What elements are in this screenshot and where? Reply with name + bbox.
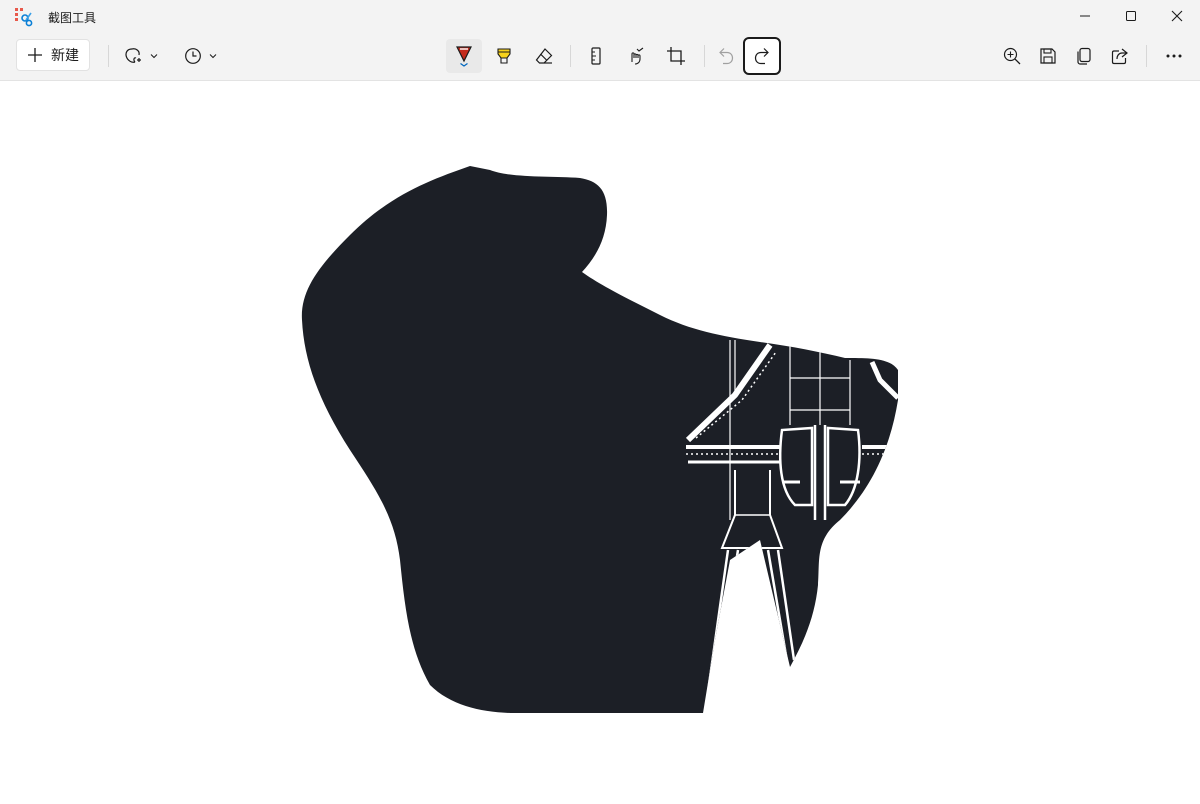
chevron-down-icon [209, 54, 217, 59]
snipped-image [301, 166, 898, 713]
minimize-button[interactable] [1062, 0, 1108, 32]
chevron-down-icon [150, 54, 158, 59]
more-icon [1166, 54, 1182, 58]
freeform-snip-icon [125, 48, 141, 63]
zoom-button[interactable] [996, 40, 1028, 72]
title-bar: 截图工具 [0, 0, 1200, 32]
window-title: 截图工具 [48, 11, 97, 25]
toolbar-divider [1146, 45, 1147, 67]
close-button[interactable] [1154, 0, 1200, 32]
snip-canvas[interactable] [0, 81, 1200, 799]
eraser-icon [535, 48, 553, 64]
copy-button[interactable] [1068, 40, 1100, 72]
maximize-icon [1126, 11, 1136, 21]
ballpoint-pen-button[interactable] [446, 39, 482, 73]
copy-icon [1077, 47, 1091, 65]
redo-button[interactable] [743, 37, 781, 75]
highlighter-button[interactable] [488, 40, 520, 72]
ballpoint-pen-icon [456, 46, 472, 67]
more-options-button[interactable] [1156, 40, 1192, 72]
ruler-button[interactable] [580, 40, 612, 72]
toolbar-divider [704, 45, 705, 67]
minimize-icon [1080, 15, 1090, 17]
snipping-tool-app-icon [14, 7, 34, 27]
snip-mode-dropdown[interactable] [118, 40, 164, 72]
zoom-in-icon [1003, 47, 1021, 65]
plus-icon [28, 48, 42, 62]
delay-dropdown[interactable] [178, 40, 224, 72]
share-button[interactable] [1104, 40, 1136, 72]
toolbar-divider [570, 45, 571, 67]
highlighter-icon [497, 48, 511, 64]
redo-icon [754, 48, 769, 65]
touch-writing-icon [631, 47, 644, 65]
save-button[interactable] [1032, 40, 1064, 72]
crop-icon [667, 47, 685, 65]
undo-icon [719, 48, 734, 65]
save-icon [1040, 48, 1056, 64]
close-icon [1171, 10, 1183, 22]
toolbar: 新建 [0, 32, 1200, 81]
new-snip-label: 新建 [51, 47, 79, 63]
eraser-button[interactable] [528, 40, 560, 72]
crop-button[interactable] [660, 40, 692, 72]
ruler-icon [591, 47, 601, 65]
clock-icon [185, 48, 201, 64]
maximize-button[interactable] [1108, 0, 1154, 32]
share-icon [1111, 48, 1128, 65]
new-snip-button[interactable]: 新建 [16, 39, 90, 71]
undo-button[interactable] [710, 40, 742, 72]
snip-shape [301, 166, 898, 713]
touch-writing-button[interactable] [620, 40, 652, 72]
toolbar-divider [108, 45, 109, 67]
